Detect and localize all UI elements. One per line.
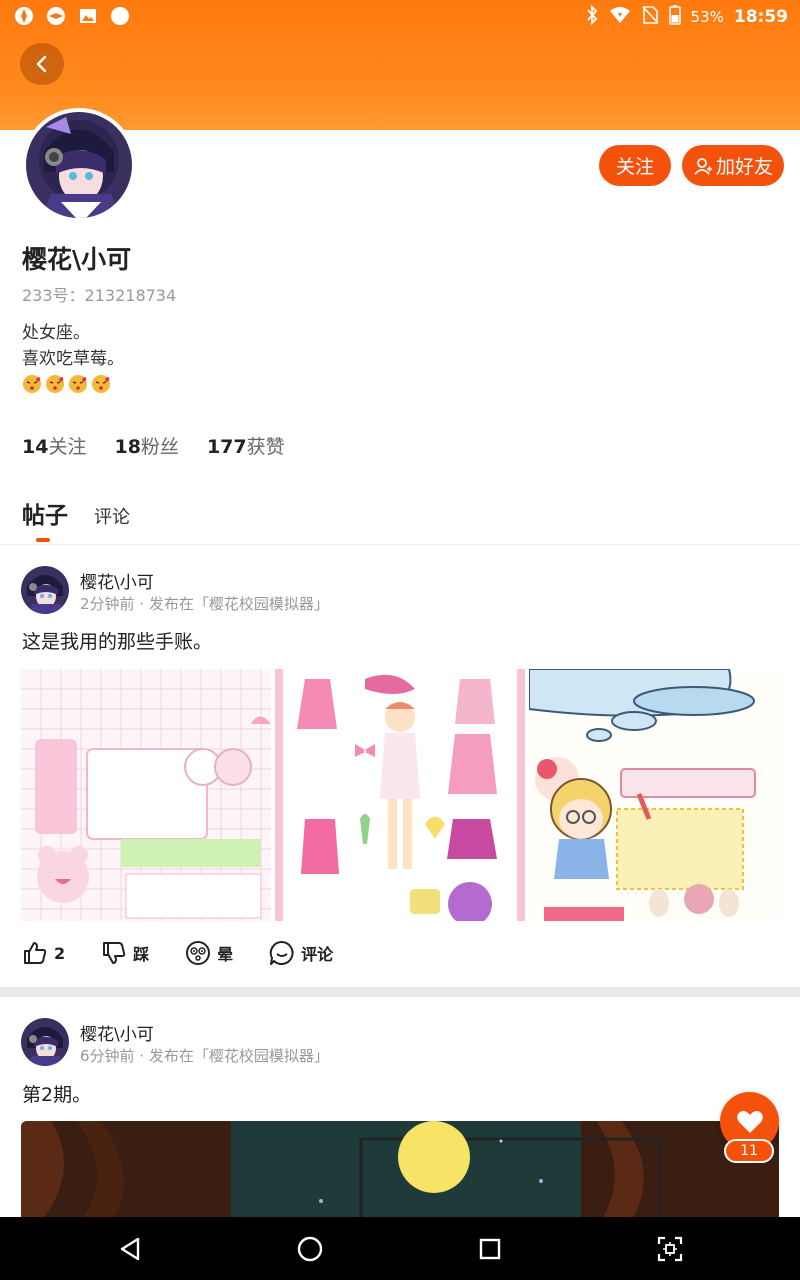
kissing-face-icon [92,375,110,393]
no-sim-icon [641,5,659,29]
post-meta: 2分钟前 · 发布在「樱花校园模拟器」 [80,595,329,613]
tab-posts[interactable]: 帖子 [22,496,68,542]
bio-line: 喜欢吃草莓。 [22,349,124,369]
thumbs-down-icon [103,942,126,964]
chevron-left-icon [36,55,47,73]
post-image[interactable] [275,669,525,921]
like-total-badge: 11 [724,1139,774,1163]
post-meta: 6分钟前 · 发布在「樱花校园模拟器」 [80,1047,329,1065]
follow-label: 关注 [615,156,654,178]
recents-square-icon [479,1238,501,1259]
nav-screenshot-button[interactable] [640,1219,700,1279]
dizzy-face-icon [186,941,211,965]
kissing-face-icon [69,375,87,393]
like-count: 2 [54,943,66,963]
bluetooth-icon [585,4,599,29]
post-image[interactable] [21,1121,779,1221]
comment-button[interactable]: 评论 [269,940,333,966]
profile-name: 樱花\小可 [22,245,132,274]
back-button[interactable] [20,43,64,85]
bio-emoji-row [22,374,124,394]
post-image-strip [21,669,779,921]
post-image[interactable] [21,669,271,921]
bio-line: 处女座。 [22,323,90,343]
heart-icon [736,1110,763,1133]
profile-avatar[interactable] [22,108,136,222]
kissing-face-icon [46,375,64,393]
wifi-icon [609,6,631,28]
dislike-button[interactable]: 踩 [101,940,149,966]
nav-recents-button[interactable] [460,1219,520,1279]
followers-stat[interactable]: 18粉丝 [114,432,178,459]
add-user-icon [694,157,712,175]
post-author-avatar[interactable] [21,566,69,614]
post-image[interactable] [529,669,779,921]
home-circle-icon [297,1236,323,1261]
following-stat[interactable]: 14关注 [22,432,86,459]
post-text: 第2期。 [22,1084,92,1106]
active-tab-indicator [36,538,50,542]
post-author-name[interactable]: 樱花\小可 [80,568,154,593]
kissing-face-icon [23,375,41,393]
clock: 18:59 [733,7,788,27]
circle-icon [110,6,130,26]
comment-label: 评论 [301,945,334,964]
likes-stat: 177获赞 [206,436,285,458]
app-icon [46,6,66,26]
post-author-name[interactable]: 樱花\小可 [80,1020,154,1045]
profile-bio: 处女座。 喜欢吃草莓。 [22,320,124,394]
profile-tabs: 帖子 评论 [22,496,130,542]
system-nav-bar [0,1217,800,1280]
thumbs-up-icon [24,942,47,964]
profile-uid: 233号：213218734 [22,286,177,305]
tab-comments[interactable]: 评论 [94,503,130,529]
like-button[interactable]: 2 [22,940,65,966]
add-friend-button[interactable]: 加好友 [682,145,784,186]
app-icon [14,6,34,26]
post-text: 这是我用的那些手账。 [22,631,213,653]
image-icon [78,6,98,26]
post-separator [0,987,800,997]
nav-home-button[interactable] [280,1219,340,1279]
add-friend-label: 加好友 [715,156,773,178]
dislike-label: 踩 [133,945,150,964]
dizzy-button[interactable]: 晕 [185,940,233,966]
comment-icon [269,940,294,965]
divider [0,544,800,545]
post-actions: 2 踩 晕 评论 [22,940,369,966]
post-author-avatar[interactable] [21,1018,69,1066]
battery-percent: 53% [690,8,724,26]
battery-icon [668,5,681,29]
screenshot-icon [657,1236,683,1261]
nav-back-button[interactable] [100,1219,160,1279]
status-bar: 53% 18:59 [0,0,800,34]
profile-stats: 14关注 18粉丝 177获赞 [22,432,285,459]
follow-button[interactable]: 关注 [599,145,671,186]
back-triangle-icon [120,1237,140,1260]
dizzy-label: 晕 [217,945,234,964]
